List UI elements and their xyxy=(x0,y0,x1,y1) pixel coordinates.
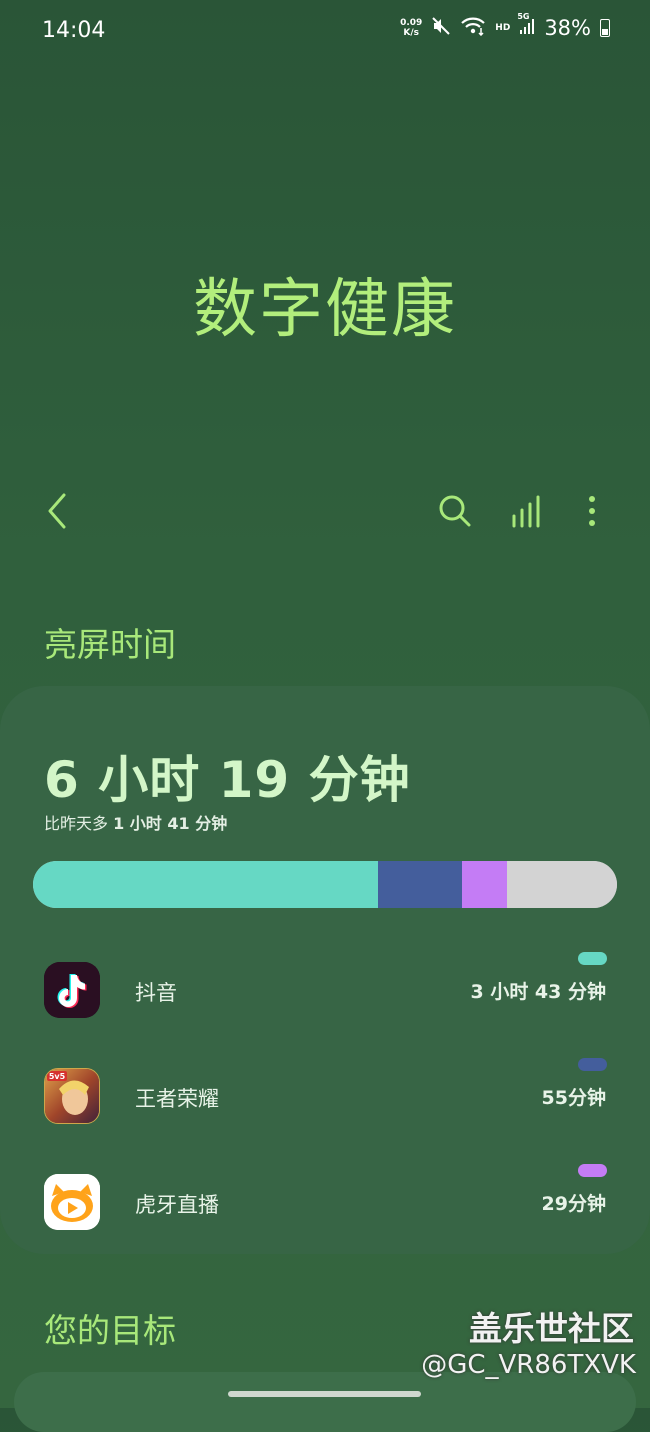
svg-text:5v5: 5v5 xyxy=(49,1072,66,1081)
screen-time-heading: 亮屏时间 xyxy=(44,625,176,664)
status-time: 14:04 xyxy=(42,18,106,43)
app-time: 3 小时 43 分钟 xyxy=(470,981,606,1003)
goals-heading: 您的目标 xyxy=(44,1311,176,1350)
battery-percent: 38% xyxy=(544,16,591,40)
app-row-douyin[interactable]: 抖音 3 小时 43 分钟 xyxy=(0,952,650,1020)
douyin-icon xyxy=(44,962,100,1018)
legend-dot xyxy=(578,1164,607,1177)
search-icon xyxy=(439,495,471,527)
home-indicator[interactable] xyxy=(228,1391,421,1397)
compare-text: 比昨天多 1 小时 41 分钟 xyxy=(44,814,228,833)
back-button[interactable] xyxy=(32,486,82,536)
hd-badge: HD xyxy=(495,23,511,33)
usage-segment xyxy=(462,861,508,908)
usage-bar xyxy=(33,861,617,908)
chevron-left-icon xyxy=(48,493,66,529)
watermark-title: 盖乐世社区 xyxy=(469,1309,634,1348)
signal-icon: 5G xyxy=(517,12,535,39)
battery-icon xyxy=(600,19,610,37)
huya-icon xyxy=(44,1174,100,1230)
stats-button[interactable] xyxy=(502,486,552,536)
app-time: 29分钟 xyxy=(541,1193,606,1215)
total-screen-time: 6 小时 19 分钟 xyxy=(44,751,411,809)
watermark-user: @GC_VR86TXVK xyxy=(421,1350,636,1380)
app-row-huya[interactable]: 虎牙直播 29分钟 xyxy=(0,1164,650,1232)
mute-icon xyxy=(431,16,451,40)
goals-card[interactable] xyxy=(14,1372,636,1432)
app-name: 抖音 xyxy=(135,981,177,1005)
wifi-icon xyxy=(460,16,486,40)
search-button[interactable] xyxy=(430,486,480,536)
status-bar: 14:04 0.09 K/s HD 5G 38% xyxy=(0,12,650,50)
more-options-button[interactable] xyxy=(567,486,617,536)
status-icons: 0.09 K/s HD 5G 38% xyxy=(400,12,610,40)
app-time: 55分钟 xyxy=(541,1087,606,1109)
app-name: 王者荣耀 xyxy=(135,1087,219,1111)
usage-segment xyxy=(33,861,378,908)
usage-segment xyxy=(507,861,617,908)
app-title: 数字健康 xyxy=(193,273,457,347)
bar-chart-icon xyxy=(512,495,540,528)
legend-dot xyxy=(578,952,607,965)
usage-segment xyxy=(377,861,463,908)
app-row-honor-of-kings[interactable]: 5v5 王者荣耀 55分钟 xyxy=(0,1058,650,1126)
net-speed: 0.09 K/s xyxy=(400,18,423,38)
more-vertical-icon xyxy=(589,496,595,526)
honor-of-kings-icon: 5v5 xyxy=(44,1068,100,1124)
app-name: 虎牙直播 xyxy=(135,1193,219,1217)
toolbar xyxy=(0,486,650,536)
legend-dot xyxy=(578,1058,607,1071)
